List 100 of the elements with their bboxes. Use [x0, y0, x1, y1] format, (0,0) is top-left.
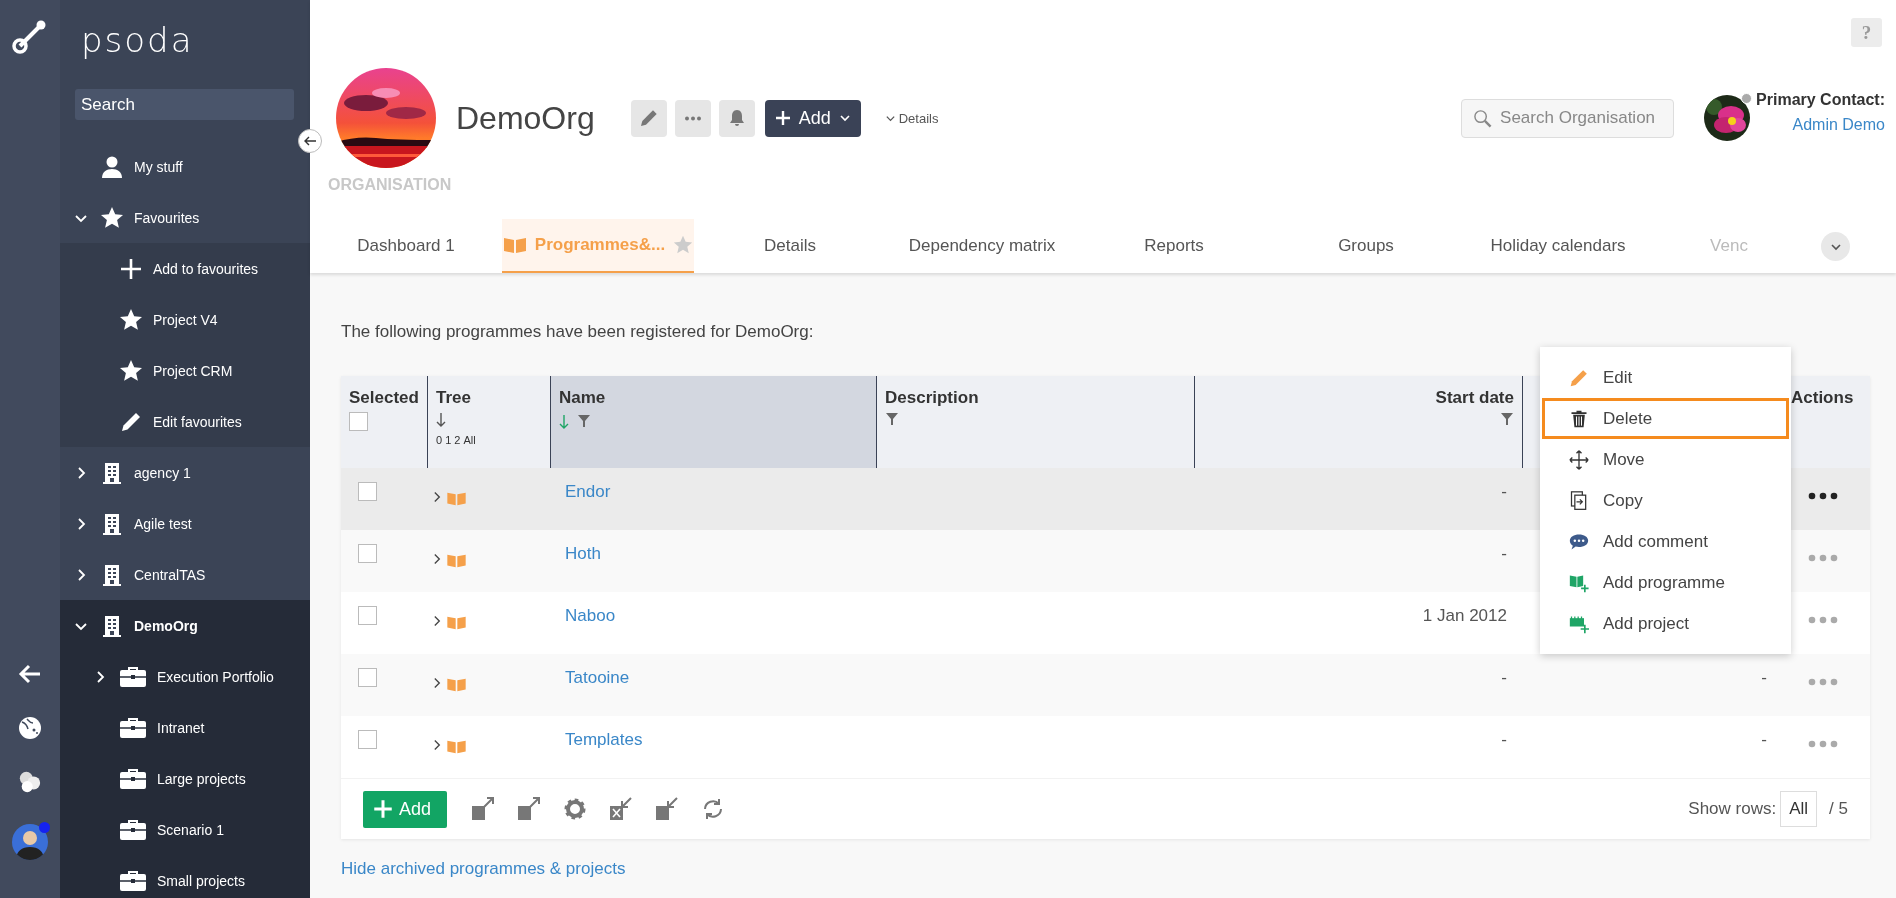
excel-import-icon[interactable] [609, 797, 633, 821]
sidebar-item[interactable]: Project V4 [60, 294, 310, 345]
star-icon[interactable] [673, 235, 694, 255]
sidebar-item[interactable]: agency 1 [60, 447, 296, 498]
filter-icon[interactable] [885, 412, 899, 426]
circles-icon[interactable] [18, 770, 42, 794]
csv-export-icon[interactable] [471, 797, 495, 821]
globe-icon[interactable] [18, 716, 42, 740]
sidebar-item[interactable]: My stuff [60, 141, 296, 192]
contact-link[interactable]: Admin Demo [1792, 116, 1885, 134]
search-field[interactable]: Search Organisation [1461, 98, 1675, 138]
menu-item[interactable]: Add programme [1542, 562, 1789, 603]
archive-link[interactable]: Hide archived programmes & projects [341, 859, 1870, 879]
level-link[interactable]: 2 [454, 434, 461, 446]
table-cell: - [1501, 668, 1507, 688]
add-button[interactable]: Add [764, 99, 861, 137]
more-tabs-button[interactable] [1821, 232, 1850, 261]
trash-icon [1569, 408, 1589, 429]
sidebar-item[interactable]: Intranet [60, 702, 310, 753]
settings-icon[interactable] [563, 797, 587, 821]
menu-item[interactable]: Add project [1542, 603, 1789, 644]
tab[interactable]: Holiday calendars [1462, 219, 1654, 273]
edit-button[interactable] [630, 99, 667, 137]
column-header[interactable]: Name [559, 388, 606, 408]
row-total: / 5 [1829, 799, 1848, 819]
column-header[interactable]: Selected [349, 388, 419, 408]
row-checkbox[interactable] [358, 482, 377, 501]
chevron-right-icon[interactable] [433, 677, 442, 689]
chevron-right-icon[interactable] [433, 739, 442, 751]
row-checkbox[interactable] [358, 668, 377, 687]
row-checkbox[interactable] [358, 730, 377, 749]
sidebar-item[interactable]: Edit favourites [60, 396, 310, 447]
menu-item[interactable]: Move [1542, 439, 1789, 480]
menu-item[interactable]: Copy [1542, 480, 1789, 521]
book-icon [446, 491, 467, 506]
notification-button[interactable] [718, 99, 755, 137]
chevron-right-icon[interactable] [75, 517, 87, 530]
chevron-right-icon[interactable] [94, 670, 106, 683]
menu-item[interactable]: Edit [1542, 357, 1789, 398]
row-checkbox[interactable] [358, 606, 377, 625]
table-cell: - [1501, 482, 1507, 502]
plus-icon [774, 110, 791, 126]
filter-icon[interactable] [1500, 412, 1514, 426]
tab[interactable]: Reports [1078, 219, 1270, 273]
organisation-name: DemoOrg [456, 99, 595, 137]
tab[interactable]: Dependency matrix [886, 219, 1078, 273]
rows-field[interactable]: All [1780, 791, 1818, 827]
csv-export-icon[interactable] [517, 797, 541, 821]
book-icon [446, 615, 467, 630]
logo-icon[interactable] [12, 18, 48, 54]
user-avatar[interactable] [12, 824, 48, 860]
level-link[interactable]: All [463, 434, 476, 446]
level-link[interactable]: 0 [436, 434, 443, 446]
chevron-right-icon[interactable] [433, 615, 442, 627]
dots-icon [683, 115, 702, 121]
filter-icon[interactable] [577, 414, 591, 428]
sidebar-item[interactable]: Small projects [60, 855, 310, 898]
tab[interactable]: Groups [1270, 219, 1462, 273]
sidebar-item[interactable]: DemoOrg [60, 600, 310, 651]
status-dot [1741, 93, 1753, 104]
sidebar-item[interactable]: Add to favourites [60, 243, 310, 294]
sidebar-item[interactable]: Project CRM [60, 345, 310, 396]
chevron-right-icon[interactable] [75, 466, 87, 479]
row-checkbox[interactable] [358, 544, 377, 563]
search-field[interactable]: Search [75, 89, 294, 120]
programme-link[interactable]: Templates [565, 730, 643, 750]
chevron-right-icon[interactable] [433, 553, 442, 565]
refresh-icon[interactable] [701, 797, 725, 821]
back-arrow-icon[interactable] [18, 662, 42, 686]
sidebar-item[interactable]: Large projects [60, 753, 310, 804]
more-button[interactable] [674, 99, 711, 137]
tab[interactable]: Dashboard 1 [310, 219, 502, 273]
chevron-right-icon[interactable] [433, 491, 442, 503]
book-icon [502, 236, 527, 254]
sidebar-item[interactable]: Scenario 1 [60, 804, 310, 855]
menu-item[interactable]: Delete [1542, 398, 1789, 439]
more-actions-icon[interactable] [1808, 492, 1838, 500]
user-icon [100, 154, 124, 179]
csv-import-icon[interactable] [655, 797, 679, 821]
column-header[interactable]: Tree [436, 388, 471, 408]
sidebar-item[interactable]: Agile test [60, 498, 296, 549]
sidebar-item[interactable]: CentralTAS [60, 549, 296, 600]
table-cell: - [1761, 730, 1767, 750]
column-header[interactable]: Description [885, 388, 979, 408]
table-cell: - [1761, 668, 1767, 688]
tab[interactable]: Details [694, 219, 886, 273]
programme-link[interactable]: Hoth [565, 544, 601, 564]
table-cell: - [1501, 730, 1507, 750]
column-header[interactable]: Start date [1435, 388, 1514, 408]
select-all-checkbox[interactable] [349, 412, 368, 431]
level-link[interactable]: 1 [445, 434, 452, 446]
details-toggle[interactable]: Details [884, 110, 939, 126]
menu-item[interactable]: Add comment [1542, 521, 1789, 562]
sidebar-item[interactable]: Favourites [60, 192, 296, 243]
chevron-right-icon[interactable] [75, 568, 87, 581]
sidebar-item[interactable]: Execution Portfolio [60, 651, 310, 702]
programme-link[interactable]: Naboo [565, 606, 616, 626]
sort-arrow-icon[interactable] [436, 412, 446, 428]
column-header[interactable]: Actions [1791, 388, 1854, 408]
programme-link[interactable]: Tatooine [565, 668, 630, 688]
